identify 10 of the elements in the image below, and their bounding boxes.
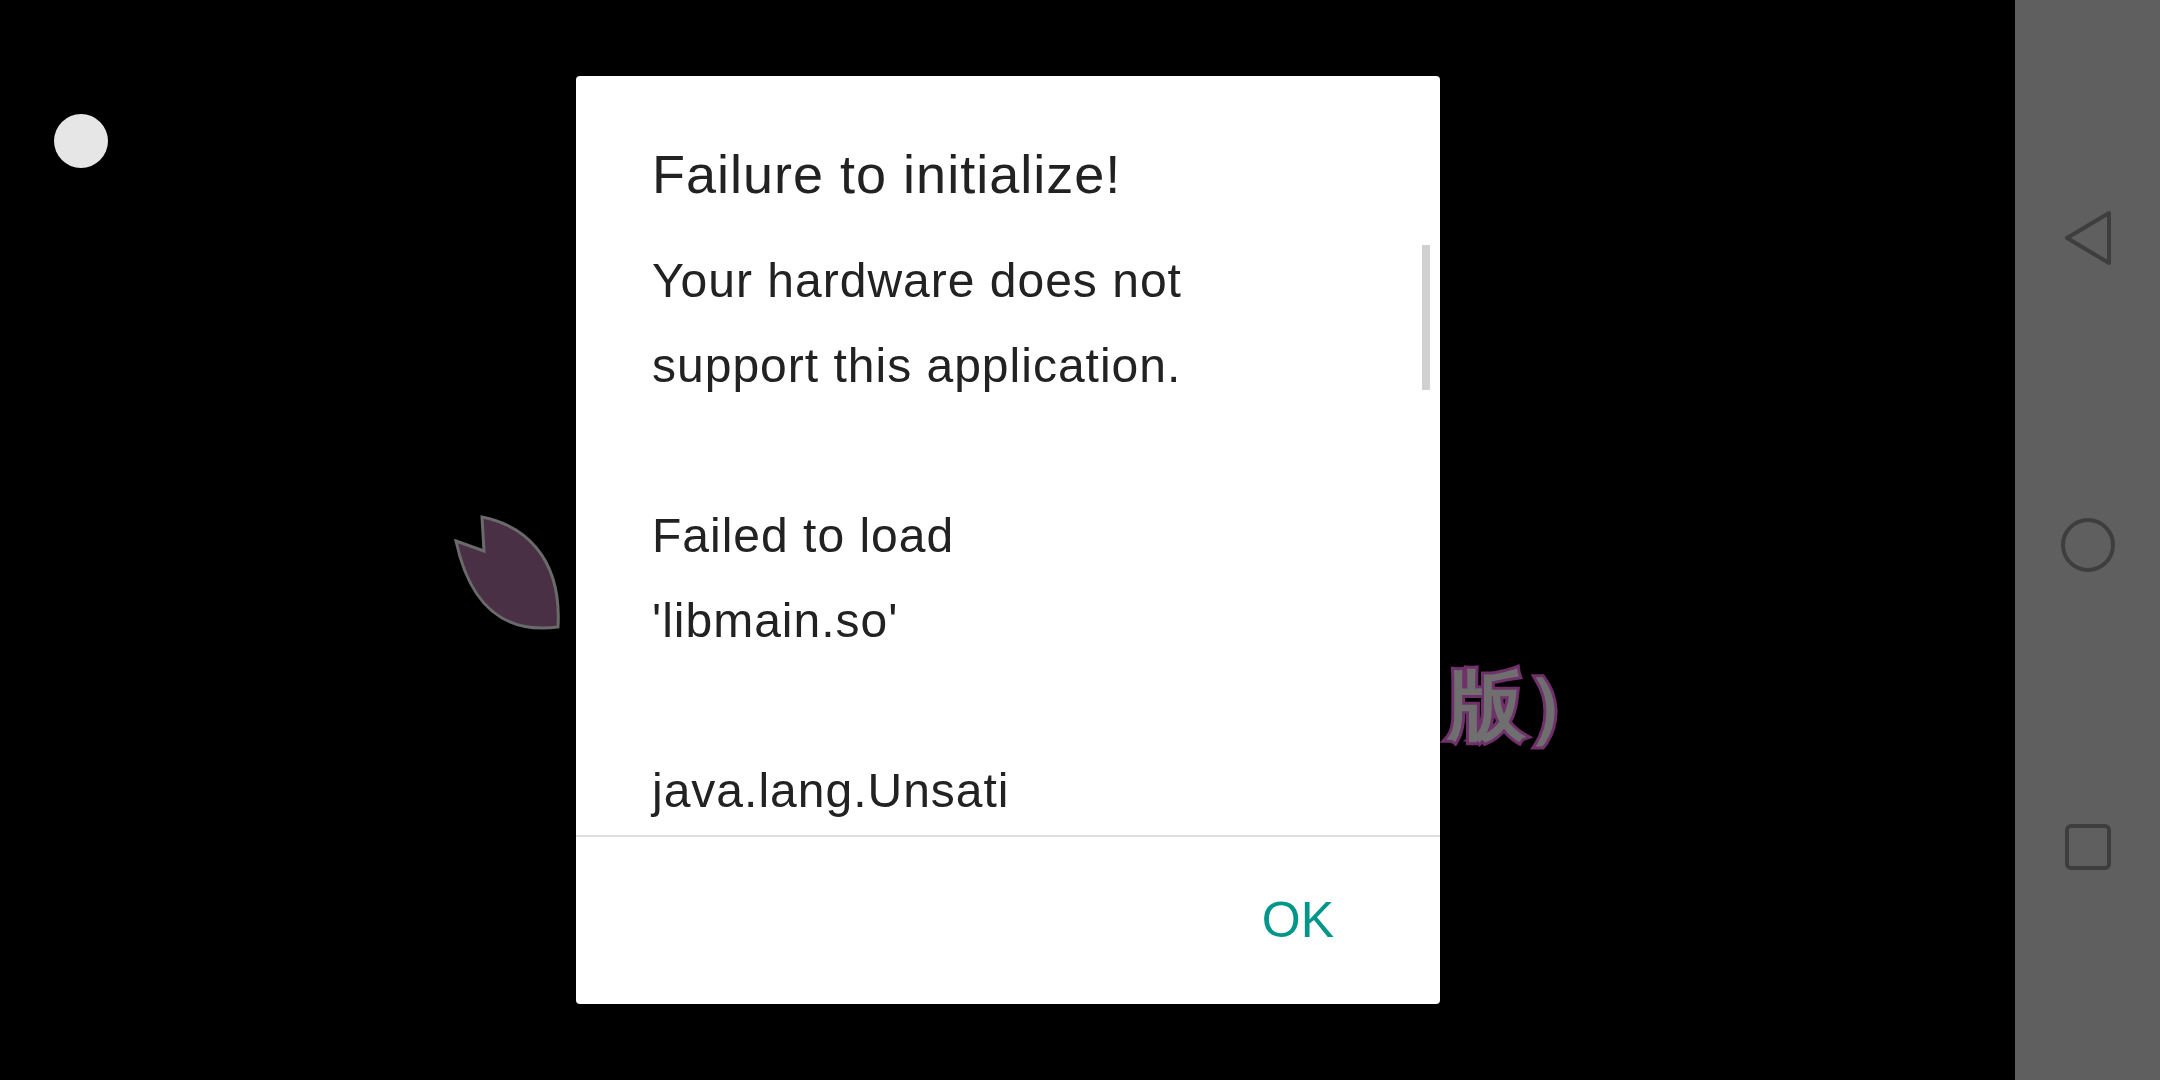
message-line: 'libmain.so' [652,593,899,649]
message-line: Your hardware does not [652,253,1182,309]
back-icon[interactable] [2062,210,2113,266]
ok-button[interactable]: OK [1245,873,1350,968]
recents-icon[interactable] [2064,824,2111,870]
message-line: java.lang.Unsati [652,763,1010,819]
message-line: Failed to load [652,508,955,564]
dialog-title: Failure to initialize! [652,143,1123,206]
home-icon[interactable] [2059,517,2116,573]
message-line: support this application. [652,338,1182,394]
